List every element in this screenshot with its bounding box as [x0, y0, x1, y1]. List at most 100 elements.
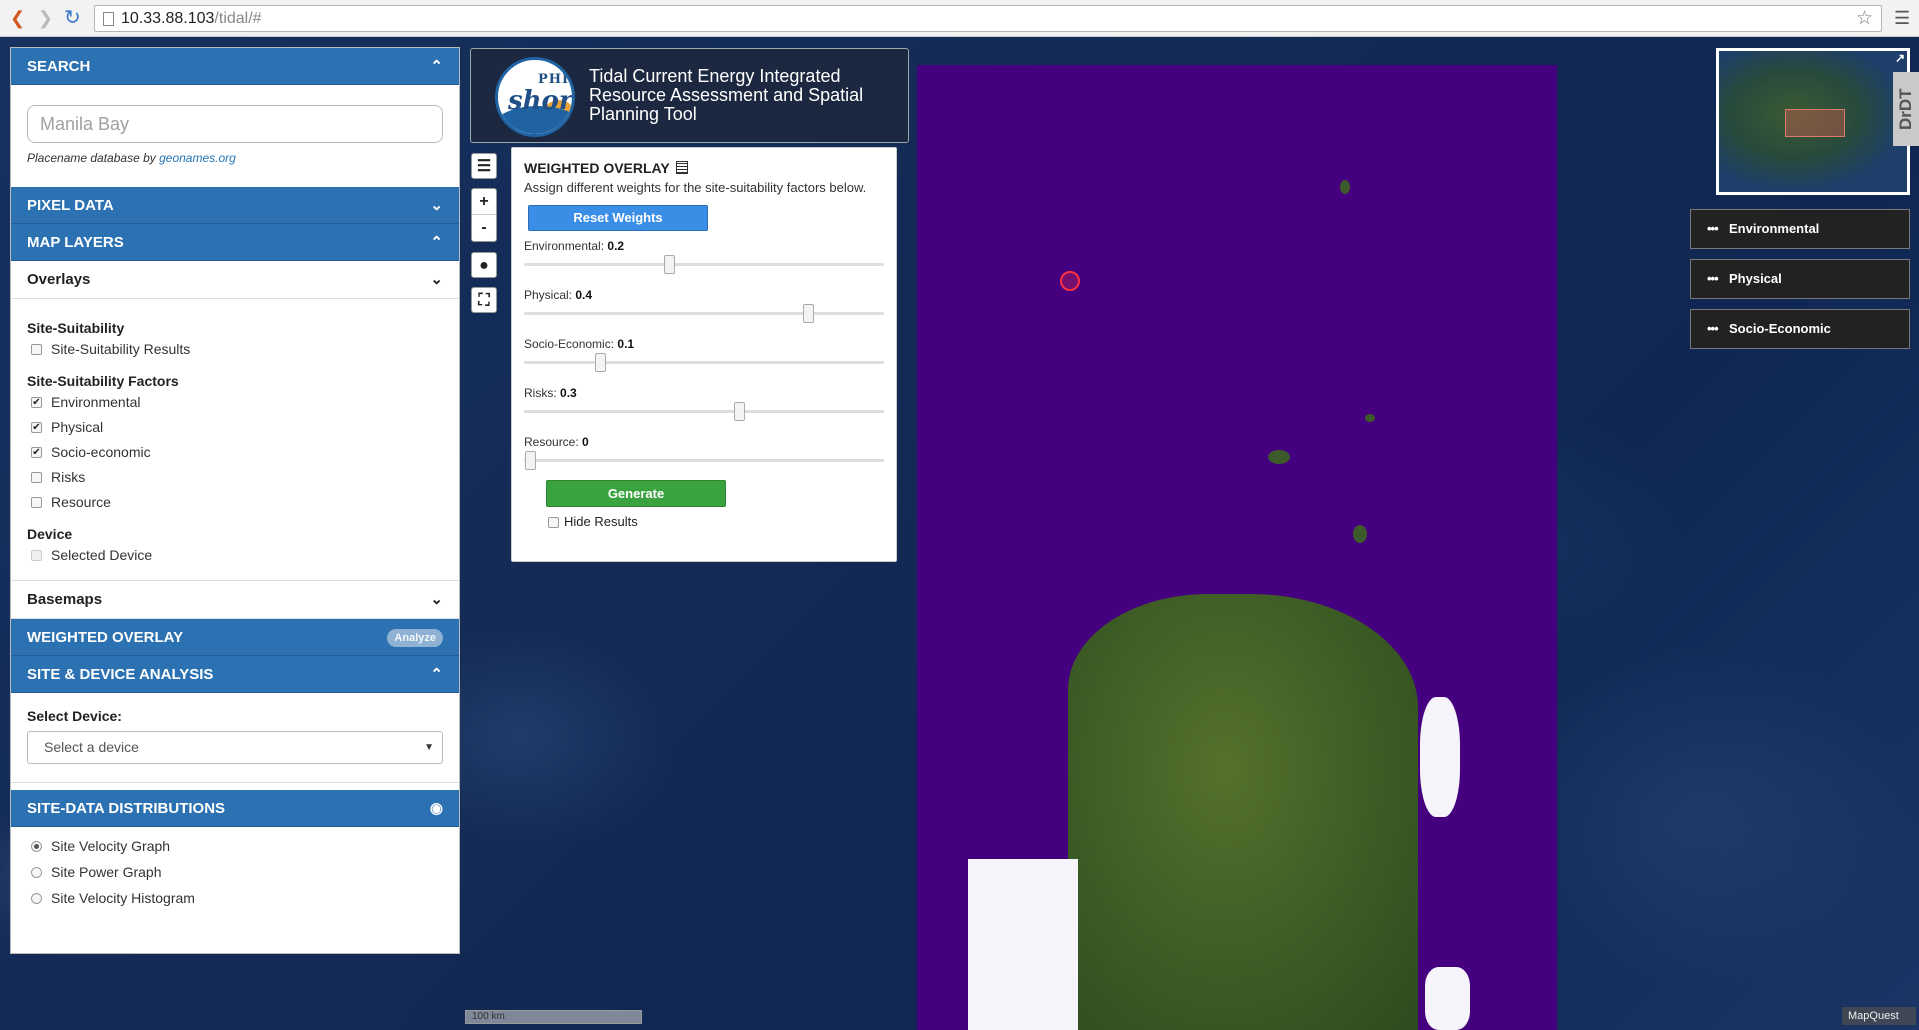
zoom-control: + - — [471, 188, 497, 242]
back-icon[interactable]: ❮ — [10, 8, 25, 28]
generate-button[interactable]: Generate — [546, 480, 726, 507]
geonames-link[interactable]: geonames.org — [159, 151, 236, 165]
search-credit: Placename database by geonames.org — [27, 151, 443, 187]
forward-icon[interactable]: ❯ — [38, 8, 53, 28]
radio[interactable] — [31, 867, 42, 878]
weighted-panel-description: Assign different weights for the site-su… — [524, 180, 867, 195]
zoom-out-button[interactable]: - — [472, 215, 496, 241]
checkbox[interactable] — [548, 517, 559, 528]
checkbox-socio-economic[interactable]: ✔ Socio-economic — [27, 440, 443, 465]
radio-selected[interactable] — [31, 841, 42, 852]
map-layers-title: MAP LAYERS — [27, 234, 124, 251]
hide-results-checkbox[interactable]: Hide Results — [546, 511, 884, 533]
reset-weights-button[interactable]: Reset Weights — [528, 205, 708, 231]
globe-button[interactable]: ● — [471, 252, 497, 278]
checkbox-label: Site-Suitability Results — [51, 341, 191, 357]
weighted-overlay-title: WEIGHTED OVERLAY — [27, 629, 184, 646]
slider-track[interactable] — [524, 255, 884, 274]
layers-menu-button[interactable]: ☰ — [471, 153, 497, 179]
browser-menu-icon[interactable]: ☰ — [1894, 8, 1910, 29]
search-section-header[interactable]: SEARCH ⌃ — [11, 48, 459, 85]
chevron-up-icon: ⌃ — [430, 234, 443, 251]
map-layers-section-header[interactable]: MAP LAYERS ⌃ — [11, 224, 459, 261]
small-island — [1365, 414, 1375, 422]
checkbox-physical[interactable]: ✔ Physical — [27, 415, 443, 440]
basemaps-toggle[interactable]: Basemaps ⌄ — [11, 581, 459, 619]
basemaps-title: Basemaps — [27, 591, 103, 608]
checkbox-resource[interactable]: Resource — [27, 490, 443, 515]
radio-label: Site Velocity Graph — [51, 838, 171, 854]
slider-value: 0.1 — [617, 337, 635, 351]
browser-toolbar: ❮ ❯ ↻ 10.33.88.103/tidal/# ☆ ☰ — [0, 0, 1919, 37]
chevron-up-icon: ⌃ — [430, 58, 443, 75]
zoom-in-button[interactable]: + — [472, 189, 496, 215]
legend-environmental-button[interactable]: ••• Environmental — [1690, 209, 1910, 249]
slider-handle[interactable] — [664, 255, 676, 274]
logo-text-top: PHIL — [538, 72, 572, 87]
site-device-section-header[interactable]: SITE & DEVICE ANALYSIS ⌃ — [11, 656, 459, 693]
legend-physical-button[interactable]: ••• Physical — [1690, 259, 1910, 299]
select-device-label: Select Device: — [27, 708, 122, 724]
slider-track[interactable] — [524, 353, 884, 372]
checkbox[interactable] — [31, 472, 42, 483]
weighted-overlay-section-header[interactable]: WEIGHTED OVERLAY Analyze — [11, 619, 459, 656]
slider-track[interactable] — [524, 402, 884, 421]
app-banner: PHIL shore Tidal Current Energy Integrat… — [470, 48, 909, 143]
distributions-section-header[interactable]: SITE-DATA DISTRIBUTIONS ◉ — [11, 790, 459, 827]
address-bar[interactable]: 10.33.88.103/tidal/# ☆ — [94, 5, 1882, 32]
slider-label-text: Physical: — [524, 288, 573, 302]
radio-site-power-graph[interactable]: Site Power Graph — [27, 859, 443, 885]
minimap-extent-box[interactable] — [1785, 109, 1845, 137]
side-drag-tab[interactable]: DrDT — [1893, 72, 1919, 146]
slider-track[interactable] — [524, 451, 884, 470]
map-attribution[interactable]: MapQuest — [1842, 1007, 1916, 1025]
hamburger-icon: ☰ — [476, 158, 492, 175]
radio-label: Site Velocity Histogram — [51, 890, 195, 906]
radio-site-velocity-graph[interactable]: Site Velocity Graph — [27, 833, 443, 859]
slider-handle[interactable] — [594, 353, 606, 372]
search-input[interactable]: Manila Bay — [27, 105, 443, 143]
eye-icon[interactable]: ◉ — [430, 790, 443, 827]
checkbox-risks[interactable]: Risks — [27, 465, 443, 490]
device-select[interactable]: Select a device ▼ — [27, 731, 443, 764]
checkbox-checked[interactable]: ✔ — [31, 422, 42, 433]
checkbox-checked[interactable]: ✔ — [31, 397, 42, 408]
checkbox-label: Socio-economic — [51, 444, 151, 460]
slider-handle[interactable] — [733, 402, 745, 421]
location-marker[interactable] — [1060, 271, 1080, 291]
philshore-logo: PHIL shore — [495, 57, 575, 137]
checkbox-checked[interactable]: ✔ — [31, 447, 42, 458]
slider-handle[interactable] — [525, 451, 536, 470]
checkbox[interactable] — [31, 344, 42, 355]
radio-site-velocity-histogram[interactable]: Site Velocity Histogram — [27, 885, 443, 911]
reload-icon[interactable]: ↻ — [64, 8, 81, 28]
slider-handle[interactable] — [803, 304, 815, 323]
checkbox-label: Selected Device — [51, 547, 153, 563]
radio[interactable] — [31, 893, 42, 904]
minimap-toggle-icon[interactable]: ↗ — [1895, 51, 1905, 65]
small-island — [1340, 180, 1350, 194]
checkbox[interactable] — [31, 497, 42, 508]
slider-value: 0.4 — [575, 288, 593, 302]
calculator-icon — [675, 161, 688, 174]
checkbox-site-suitability-results[interactable]: Site-Suitability Results — [27, 337, 443, 362]
bookmark-star-icon[interactable]: ☆ — [1856, 6, 1873, 31]
checkbox-selected-device[interactable]: Selected Device — [27, 543, 443, 568]
pixel-data-section-header[interactable]: PIXEL DATA ⌄ — [11, 187, 459, 224]
checkbox-disabled[interactable] — [31, 550, 42, 561]
legend-label: Socio-Economic — [1729, 321, 1831, 336]
overview-minimap[interactable]: ↗ — [1716, 48, 1910, 195]
overlays-toggle[interactable]: Overlays ⌄ — [11, 261, 459, 299]
slider-track[interactable] — [524, 304, 884, 323]
globe-icon: ● — [479, 257, 489, 274]
legend-socio-economic-button[interactable]: ••• Socio-Economic — [1690, 309, 1910, 349]
weighted-overlay-panel: WEIGHTED OVERLAY Assign different weight… — [511, 147, 897, 562]
analyze-badge[interactable]: Analyze — [387, 629, 443, 647]
fullscreen-button[interactable]: ⛶ — [471, 287, 497, 313]
slider-value: 0 — [582, 435, 589, 449]
checkbox-label: Risks — [51, 469, 86, 485]
slider-label: Resource: 0 — [524, 435, 589, 449]
slider-value: 0.2 — [607, 239, 625, 253]
checkbox-environmental[interactable]: ✔ Environmental — [27, 390, 443, 415]
pixel-data-title: PIXEL DATA — [27, 197, 114, 214]
